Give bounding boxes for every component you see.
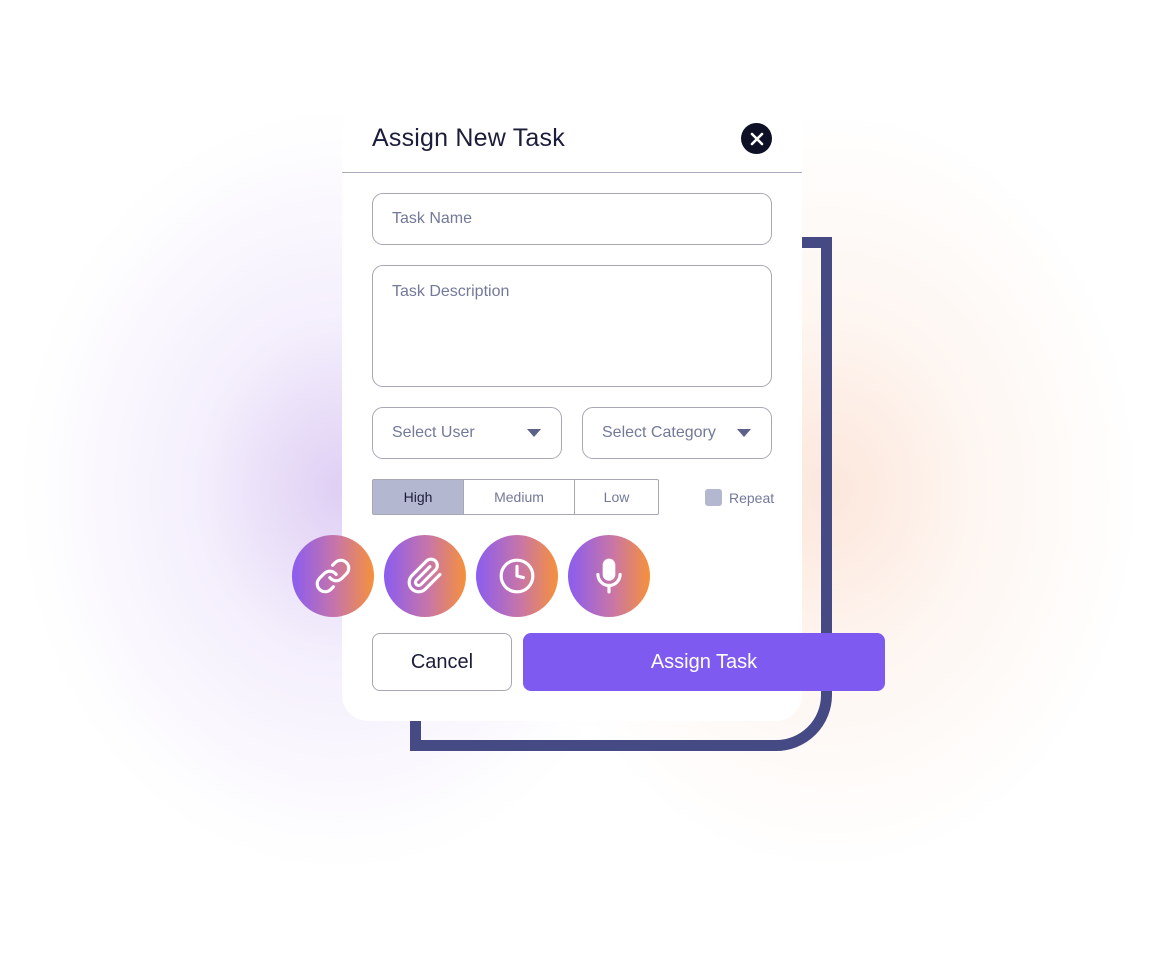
priority-selector: High Medium Low [372,479,659,515]
select-category-dropdown[interactable]: Select Category [582,407,772,459]
dialog-title: Assign New Task [372,124,565,152]
attach-file-button[interactable] [384,535,466,617]
priority-option-medium[interactable]: Medium [463,480,574,514]
header-divider [342,172,802,173]
caret-down-icon [527,429,541,437]
add-link-button[interactable] [292,535,374,617]
set-time-button[interactable] [476,535,558,617]
page-background: Assign New Task Select User Select Categ… [0,0,1160,964]
microphone-icon [596,558,622,594]
select-user-dropdown[interactable]: Select User [372,407,562,459]
caret-down-icon [737,429,751,437]
close-button[interactable] [741,123,772,154]
priority-option-low[interactable]: Low [574,480,658,514]
repeat-checkbox-box[interactable] [705,489,722,506]
select-category-label: Select Category [602,424,716,441]
task-description-textarea[interactable] [372,265,772,387]
close-icon [750,132,763,145]
record-audio-button[interactable] [568,535,650,617]
task-name-input[interactable] [372,193,772,245]
assign-task-button[interactable]: Assign Task [523,633,885,691]
priority-option-high[interactable]: High [373,480,463,514]
clock-icon [499,558,535,594]
link-icon [315,558,351,594]
repeat-checkbox[interactable]: Repeat [705,489,774,506]
cancel-button[interactable]: Cancel [372,633,512,691]
assign-task-dialog: Assign New Task Select User Select Categ… [342,104,802,721]
paperclip-icon [407,557,442,594]
repeat-label: Repeat [729,489,775,506]
select-user-label: Select User [392,424,475,441]
